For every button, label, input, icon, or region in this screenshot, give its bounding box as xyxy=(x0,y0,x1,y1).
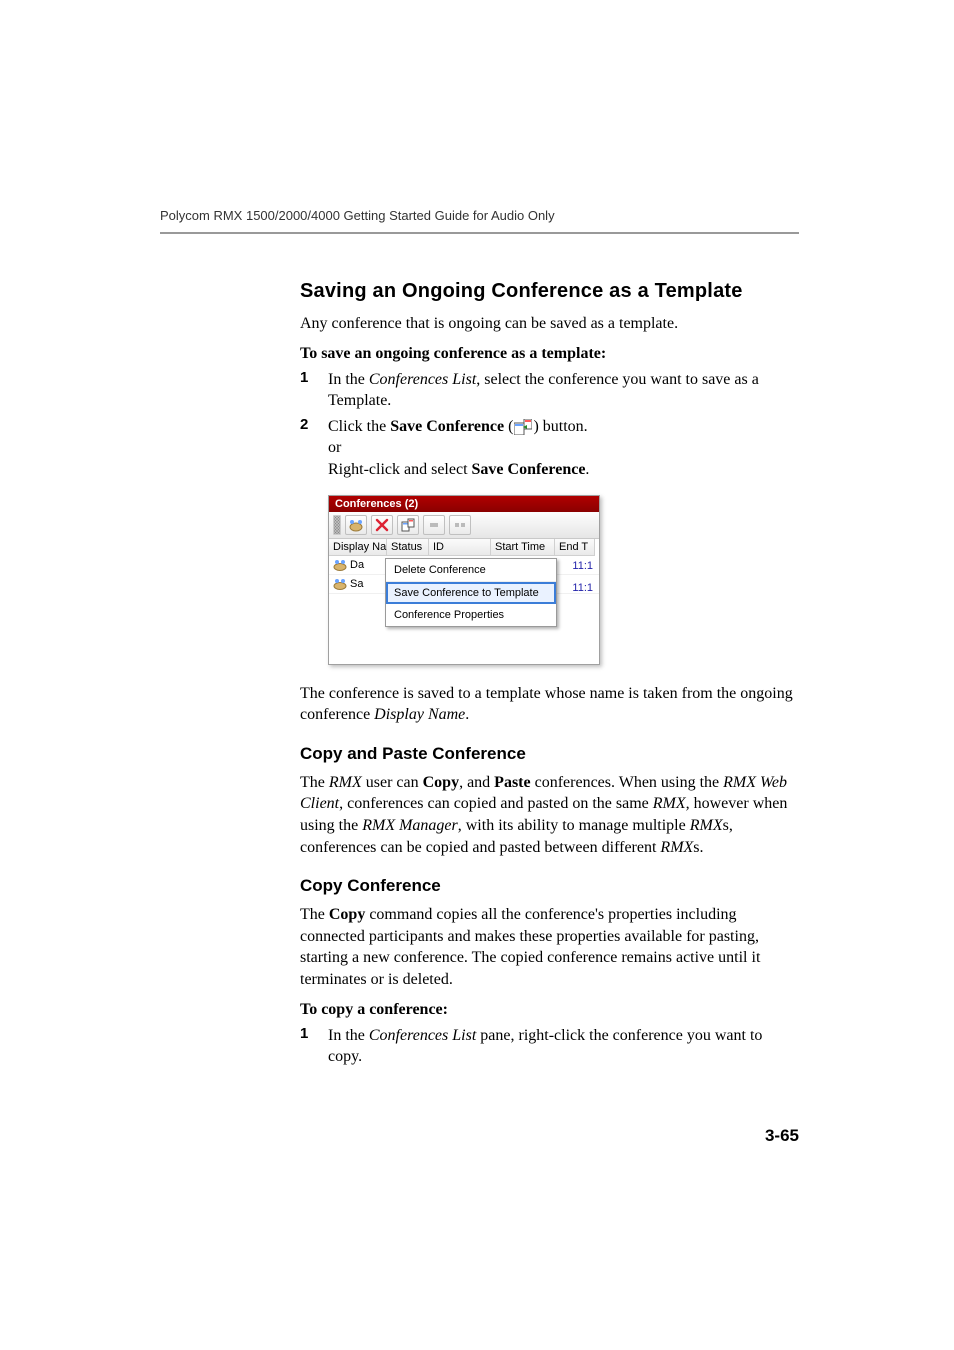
conference-icon xyxy=(333,578,347,590)
save-conference-bold: Save Conference xyxy=(390,418,504,435)
step2-d: ) button. xyxy=(533,418,587,435)
menu-conference-properties[interactable]: Conference Properties xyxy=(386,604,556,626)
row-end-time: 11:1 xyxy=(572,582,593,594)
step2-g: . xyxy=(585,461,589,478)
toolbar-button-4[interactable] xyxy=(423,515,445,535)
step2-a: Click the xyxy=(328,418,390,435)
context-menu: Delete Conference Save Conference to Tem… xyxy=(385,558,557,627)
section-title-copy-paste: Copy and Paste Conference xyxy=(300,744,799,764)
panel-title: Conferences (2) xyxy=(329,496,599,512)
conferences-panel-screenshot: Conferences (2) D xyxy=(328,495,600,665)
save-conference-icon xyxy=(514,419,532,435)
section-title-copy-conference: Copy Conference xyxy=(300,876,799,896)
copy-step-1: 1 In the Conferences List pane, right-cl… xyxy=(300,1025,799,1068)
col-status[interactable]: Status xyxy=(387,539,429,556)
step2-e: Right-click and select xyxy=(328,461,472,478)
step-2: 2 Click the Save Conference ( ) button. o… xyxy=(300,416,799,481)
table-header-row: Display Na Status ID Start Time End T xyxy=(329,539,599,556)
col-start-time[interactable]: Start Time xyxy=(491,539,555,556)
col-id[interactable]: ID xyxy=(429,539,491,556)
section-title-saving: Saving an Ongoing Conference as a Templa… xyxy=(300,280,799,303)
step1-text-a: In the xyxy=(328,371,369,388)
save-conference-bold-2: Save Conference xyxy=(472,461,586,478)
intro-text: Any conference that is ongoing can be sa… xyxy=(300,313,799,335)
step2-c: ( xyxy=(504,418,513,435)
toolbar-button-5[interactable] xyxy=(449,515,471,535)
page-number: 3-65 xyxy=(765,1126,799,1146)
col-display-name[interactable]: Display Na xyxy=(329,539,387,556)
toolbar-grip-icon xyxy=(333,515,341,535)
display-name-em: Display Name xyxy=(374,706,465,723)
panel-toolbar xyxy=(329,512,599,539)
step-number: 1 xyxy=(300,1025,328,1068)
after-b: . xyxy=(465,706,469,723)
conference-icon xyxy=(333,559,347,571)
howto-label-1: To save an ongoing conference as a templ… xyxy=(300,345,799,363)
running-header: Polycom RMX 1500/2000/4000 Getting Start… xyxy=(160,208,799,223)
menu-delete-conference[interactable]: Delete Conference xyxy=(386,559,556,582)
step-number: 1 xyxy=(300,369,328,412)
step-1: 1 In the Conferences List, select the co… xyxy=(300,369,799,412)
copy-conference-paragraph: The Copy command copies all the conferen… xyxy=(300,904,799,990)
col-end-time[interactable]: End T xyxy=(555,539,595,556)
row-name: Da xyxy=(350,559,364,571)
row-end-time: 11:1 xyxy=(572,560,593,572)
header-rule xyxy=(160,232,799,234)
howto-label-2: To copy a conference: xyxy=(300,1001,799,1019)
conferences-list-em: Conferences List xyxy=(369,371,476,388)
save-template-button[interactable] xyxy=(397,515,419,535)
after-screenshot-text: The conference is saved to a template wh… xyxy=(300,683,799,726)
new-conference-button[interactable] xyxy=(345,515,367,535)
step-number: 2 xyxy=(300,416,328,481)
copy-paste-paragraph: The RMX user can Copy, and Paste confere… xyxy=(300,772,799,858)
row-name: Sa xyxy=(350,578,363,590)
step2-or: or xyxy=(328,439,341,456)
delete-button[interactable] xyxy=(371,515,393,535)
menu-save-conference-to-template[interactable]: Save Conference to Template xyxy=(386,582,556,604)
